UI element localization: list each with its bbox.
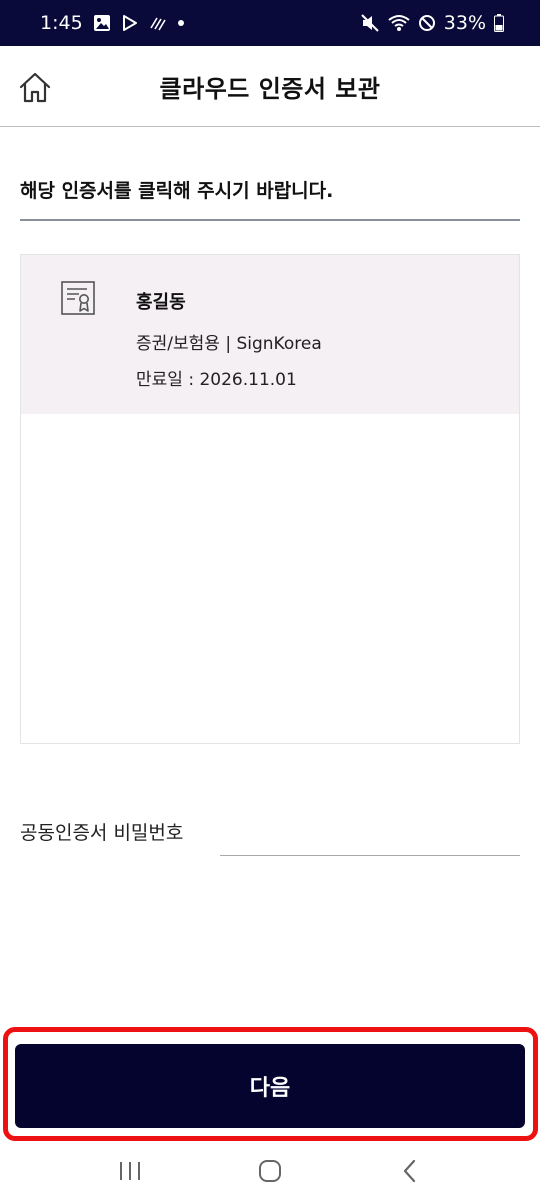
- recent-apps-button[interactable]: [100, 1151, 160, 1191]
- home-button[interactable]: [16, 68, 54, 106]
- instruction-text: 해당 인증서를 클릭해 주시기 바랍니다.: [20, 180, 334, 202]
- password-label: 공동인증서 비밀번호: [20, 822, 184, 844]
- password-input[interactable]: [220, 812, 520, 856]
- wifi-icon: [388, 14, 410, 32]
- play-store-icon: [121, 14, 139, 32]
- status-left: 1:45: [40, 12, 185, 34]
- do-not-disturb-icon: [418, 14, 436, 32]
- status-time: 1:45: [40, 12, 83, 34]
- battery-percentage: 33%: [443, 12, 486, 34]
- certificate-name: 홍길동: [136, 292, 186, 313]
- back-icon: [403, 1159, 416, 1182]
- certificate-icon: [61, 281, 95, 315]
- dot-icon: [177, 19, 185, 27]
- certificate-list: 홍길동 증권/보험용 | SignKorea 만료일 : 2026.11.01: [20, 254, 520, 744]
- certificate-item[interactable]: 홍길동 증권/보험용 | SignKorea 만료일 : 2026.11.01: [21, 255, 519, 414]
- image-icon: [93, 14, 111, 32]
- navigation-bar: [0, 1141, 540, 1200]
- divider: [20, 219, 520, 221]
- signal-lines-icon: [149, 14, 167, 32]
- home-icon: [19, 72, 51, 103]
- next-button[interactable]: 다음: [15, 1044, 525, 1128]
- status-bar: 1:45 33%: [0, 0, 540, 46]
- app-header: 클라우드 인증서 보관: [0, 46, 540, 127]
- home-nav-button[interactable]: [240, 1151, 300, 1191]
- battery-icon: [494, 14, 504, 32]
- certificate-type: 증권/보험용 | SignKorea: [136, 334, 322, 354]
- home-nav-icon: [259, 1159, 281, 1182]
- status-right: 33%: [360, 12, 504, 34]
- page-title: 클라우드 인증서 보관: [159, 74, 381, 103]
- recent-apps-icon: [120, 1161, 140, 1180]
- mute-icon: [360, 13, 380, 33]
- certificate-expiry: 만료일 : 2026.11.01: [136, 370, 297, 390]
- back-button[interactable]: [380, 1151, 440, 1191]
